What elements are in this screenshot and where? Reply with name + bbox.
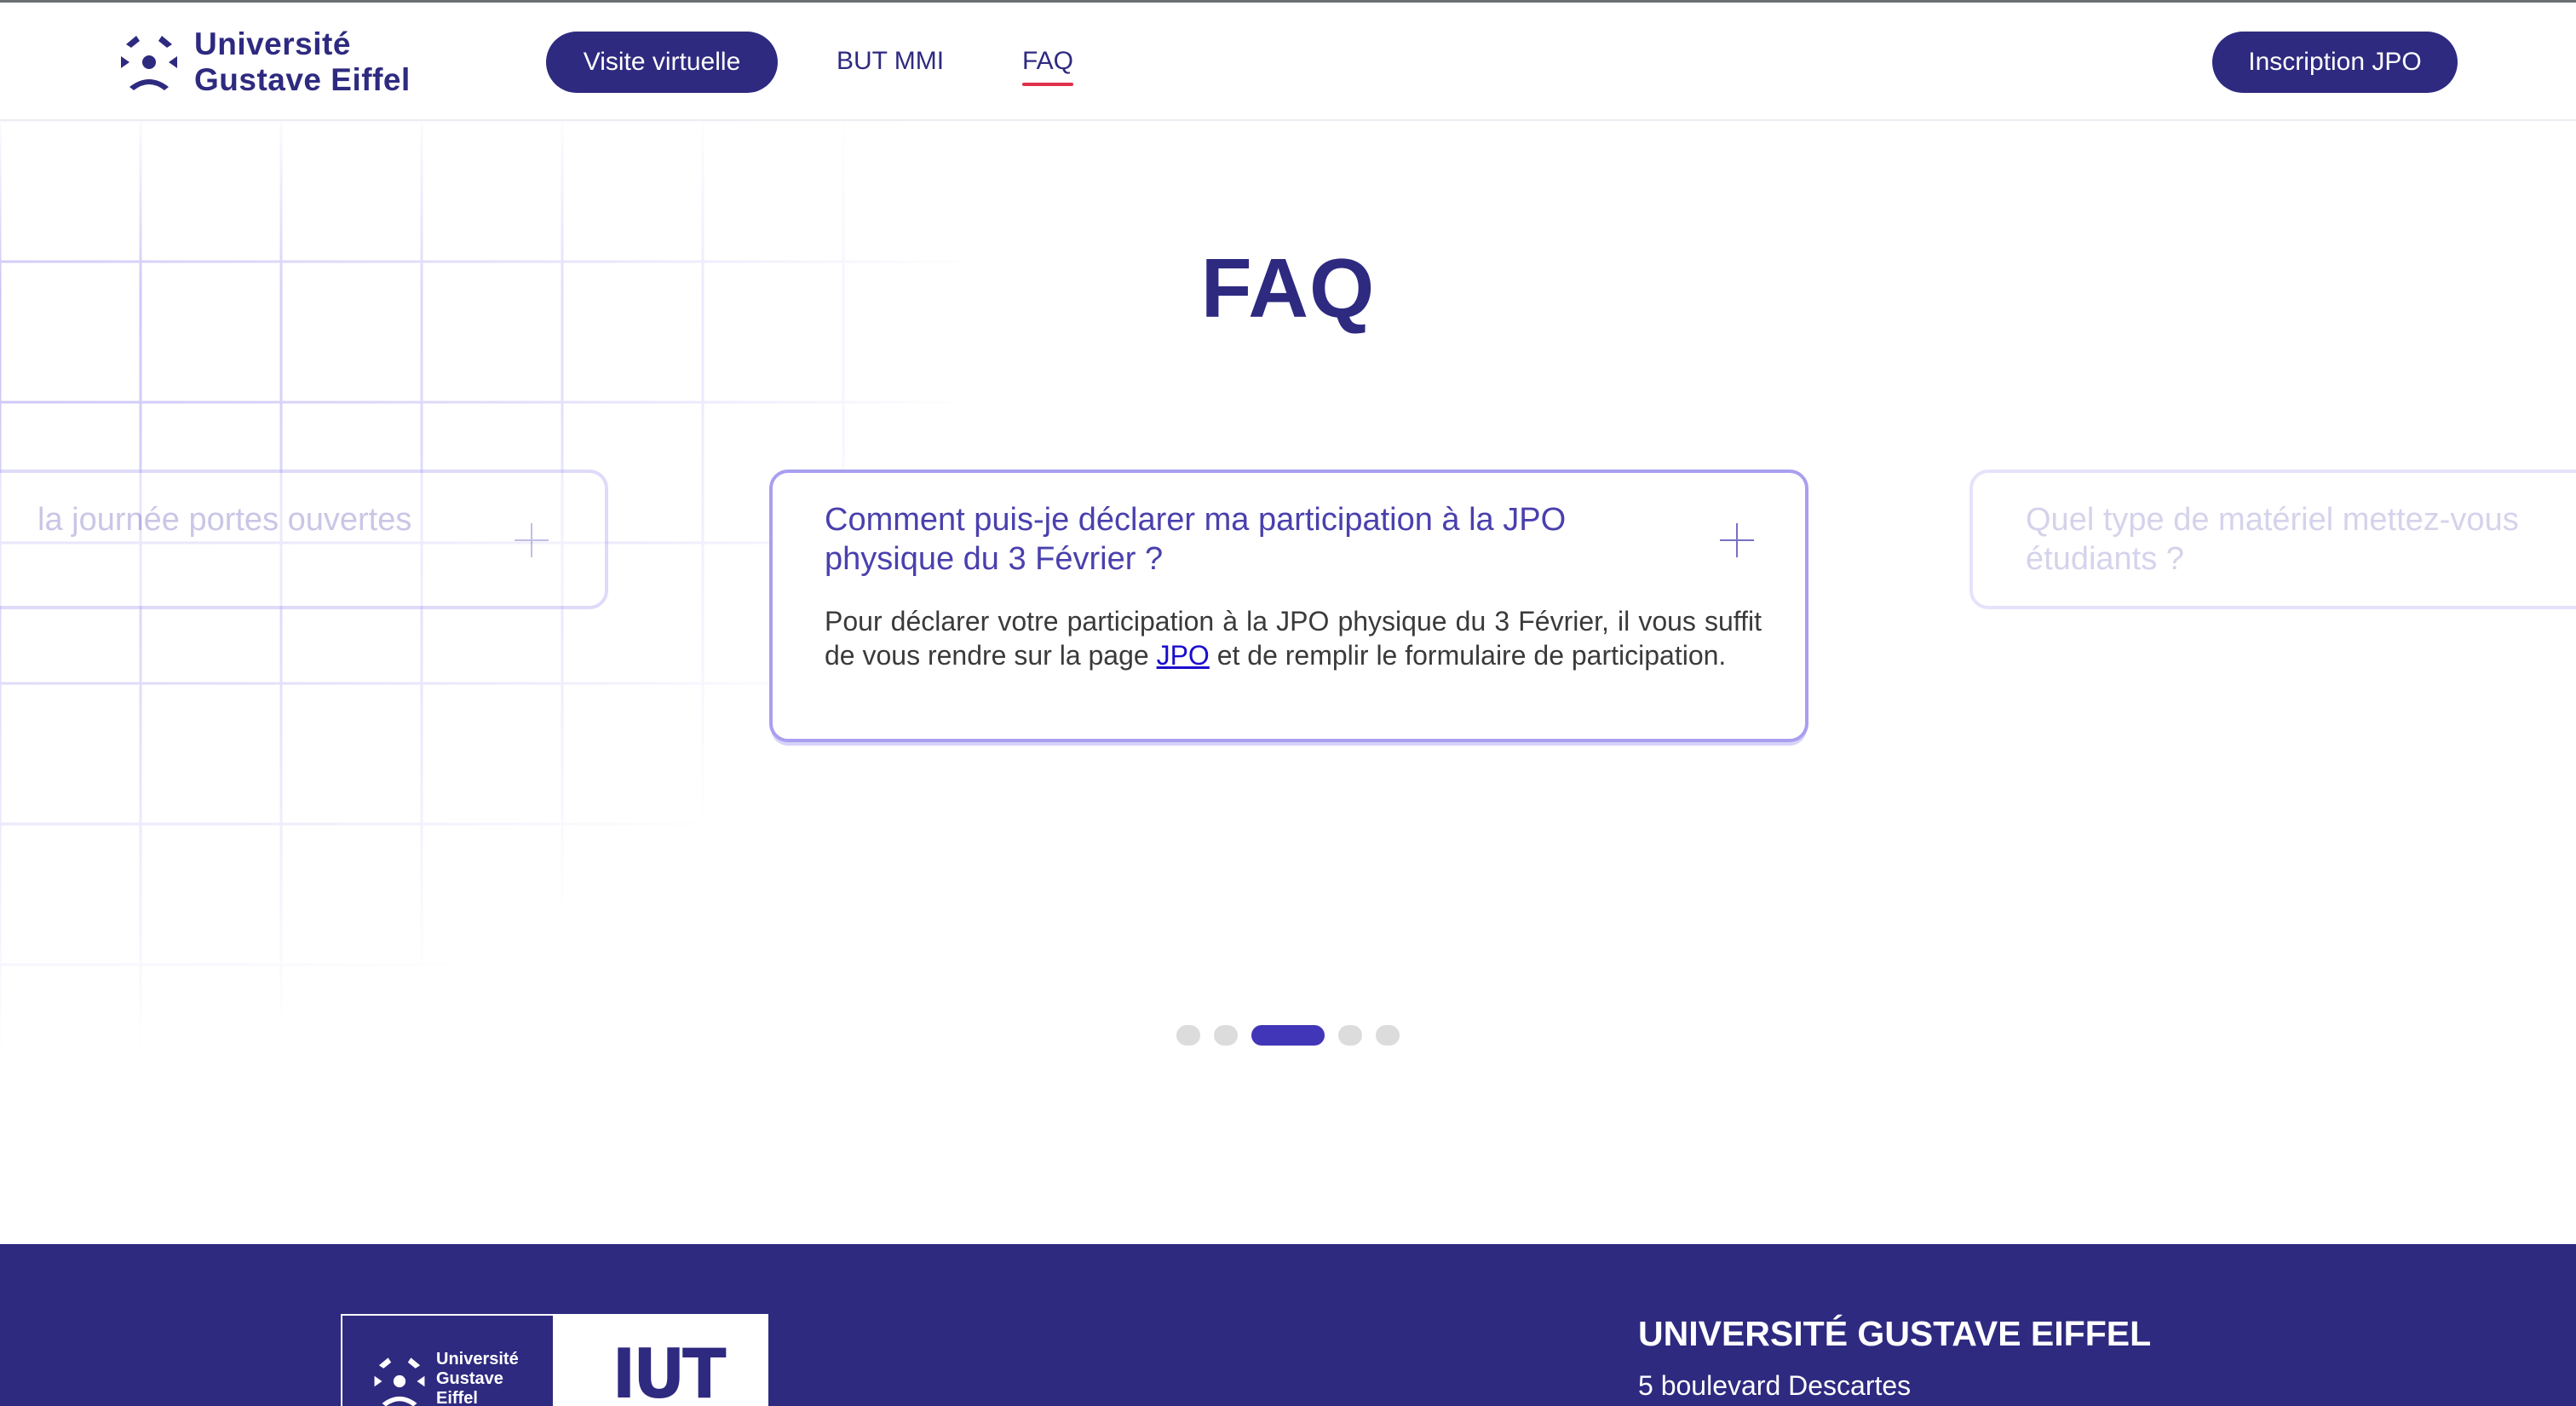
faq-answer: Pour déclarer votre participation à la J… [825,604,1762,672]
faq-card-previous[interactable]: la journée portes ouvertes [0,470,608,609]
faq-card-active[interactable]: Comment puis-je déclarer ma participatio… [769,470,1808,742]
faq-question: la journée portes ouvertes [37,502,412,538]
ugc-logo-icon [121,36,177,90]
faq-question: Comment puis-je déclarer ma participatio… [825,502,1567,577]
site-footer: Université Gustave Eiffel IUT UNIVERSITÉ… [0,1244,2576,1406]
logo-line-2: Gustave Eiffel [194,62,411,97]
logo-line-1: Université [194,26,351,61]
carousel-pagination [0,1025,2576,1047]
plus-icon[interactable] [1720,523,1754,557]
logo-text: Université Gustave Eiffel [194,26,411,98]
page-title: FAQ [1200,241,1376,335]
footer-address: 5 boulevard Descartes [1638,1370,1912,1401]
faq-question: Quel type de matériel mettez-vous étudia… [2026,500,2576,579]
footer-logo-line-1: Université [436,1350,519,1369]
plus-icon[interactable] [515,523,549,557]
footer-university-logo[interactable]: Université Gustave Eiffel [341,1314,555,1406]
university-logo[interactable]: Université Gustave Eiffel [118,26,411,98]
faq-section: FAQ la journée portes ouvertes Comment p… [0,121,2576,1244]
iut-logo-text: IUT [612,1334,726,1406]
faq-card-next[interactable]: Quel type de matériel mettez-vous étudia… [1969,470,2576,609]
faq-question-line-2: étudiants ? [2026,541,2184,577]
carousel-dot-1[interactable] [1176,1025,1200,1046]
footer-iut-logo[interactable]: IUT [555,1314,768,1406]
nav-virtual-visit-button[interactable]: Visite virtuelle [546,32,778,93]
carousel-dot-2[interactable] [1214,1025,1238,1046]
nav-link-faq[interactable]: FAQ [1022,47,1074,86]
carousel-dot-4[interactable] [1338,1025,1362,1046]
footer-logo-line-2: Gustave [436,1369,503,1388]
footer-title: UNIVERSITÉ GUSTAVE EIFFEL [1638,1314,2152,1353]
faq-answer-text-end: et de remplir le formulaire de participa… [1209,640,1727,671]
jpo-link[interactable]: JPO [1157,640,1210,671]
footer-logos: Université Gustave Eiffel IUT [341,1314,768,1406]
footer-logo-text: Université Gustave Eiffel [436,1350,519,1406]
site-header: Université Gustave Eiffel Visite virtuel… [0,3,2576,121]
nav-link-but-mmi[interactable]: BUT MMI [837,47,944,76]
ugc-logo-icon [374,1357,425,1406]
inscription-jpo-button[interactable]: Inscription JPO [2212,32,2458,93]
footer-logo-line-3: Eiffel [436,1389,478,1406]
carousel-dot-3-active[interactable] [1251,1025,1325,1046]
carousel-dot-5[interactable] [1376,1025,1400,1046]
faq-question-line-1: Quel type de matériel mettez-vous [2026,502,2519,538]
